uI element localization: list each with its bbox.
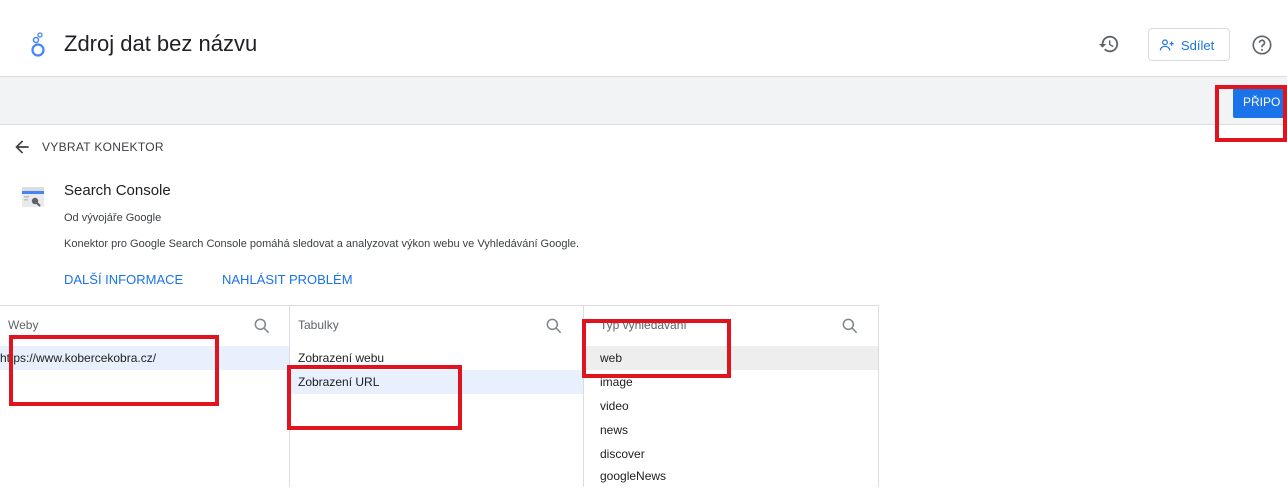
connector-author: Od vývojáře Google [64,212,162,224]
highlight-site [9,335,219,406]
tables-column-header: Tabulky [290,306,583,346]
looker-studio-logo-icon [31,32,45,57]
help-icon[interactable] [1251,34,1273,56]
connector-description: Konektor pro Google Search Console pomáh… [64,238,580,250]
add-person-icon [1159,39,1174,51]
version-history-icon[interactable] [1098,33,1120,55]
select-connector-link[interactable]: VYBRAT KONEKTOR [42,140,164,154]
connector-toolbar [0,77,1287,125]
search-icon[interactable] [840,316,860,336]
search-type-item-googlenews[interactable]: googleNews [584,464,878,488]
data-source-title[interactable]: Zdroj dat bez názvu [64,31,257,57]
arrow-back-icon[interactable] [12,137,32,157]
highlight-table [287,365,462,430]
learn-more-link[interactable]: DALŠÍ INFORMACE [64,272,183,287]
report-issue-link[interactable]: NAHLÁSIT PROBLÉM [222,272,353,287]
search-icon[interactable] [252,316,272,336]
sites-column-title: Weby [8,318,39,332]
tables-column-title: Tabulky [298,318,339,332]
search-type-item-news[interactable]: news [584,418,878,442]
highlight-connect [1215,85,1287,142]
search-icon[interactable] [544,316,564,336]
search-type-item-discover[interactable]: discover [584,442,878,466]
search-type-item-video[interactable]: video [584,394,878,418]
share-label: Sdílet [1181,38,1215,53]
connector-name: Search Console [64,182,171,199]
search-console-icon [22,187,44,207]
highlight-search-type [582,319,731,378]
share-button[interactable]: Sdílet [1148,28,1230,61]
